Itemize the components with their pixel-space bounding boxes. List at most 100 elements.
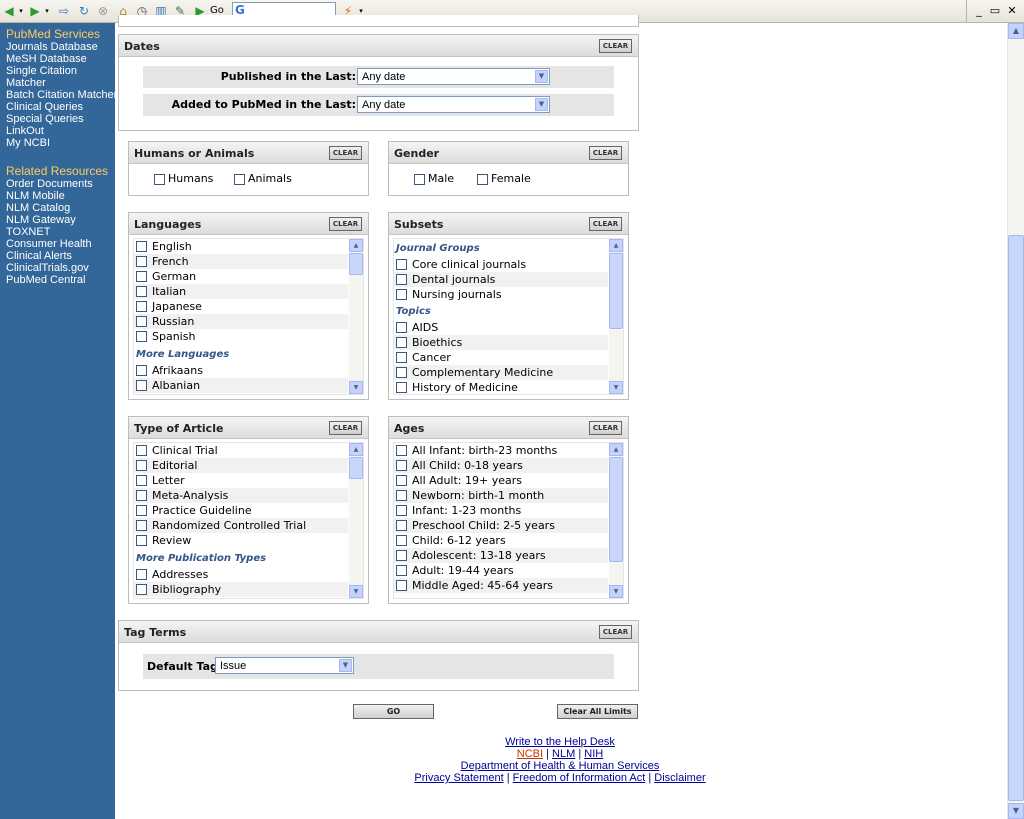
list-item[interactable]: Bioethics [394, 335, 608, 350]
languages-scrollbar[interactable]: ▲ ▼ [349, 239, 363, 394]
refresh-icon[interactable]: ↻ [76, 3, 92, 19]
sidebar-link[interactable]: Consumer Health [6, 238, 92, 250]
sidebar-link[interactable]: Clinical Queries [6, 101, 83, 113]
scroll-down-icon[interactable]: ▼ [349, 381, 363, 394]
checkbox[interactable] [396, 505, 407, 516]
list-item[interactable]: Practice Guideline [134, 503, 348, 518]
sidebar-link[interactable]: TOXNET [6, 226, 50, 238]
back-arrow-icon[interactable]: ◀ [2, 3, 16, 19]
list-item[interactable]: Afrikaans [134, 363, 348, 378]
scroll-up-icon[interactable]: ▲ [349, 443, 363, 456]
checkbox[interactable] [396, 259, 407, 270]
list-item[interactable]: Dental journals [394, 272, 608, 287]
disclaimer-link[interactable]: Disclaimer [654, 772, 705, 784]
list-item[interactable]: All Child: 0-18 years [394, 458, 608, 473]
subsets-list[interactable]: Journal Groups Core clinical journals De… [393, 238, 624, 395]
list-item[interactable]: All Infant: birth-23 months [394, 443, 608, 458]
checkbox[interactable] [136, 569, 147, 580]
ages-clear-button[interactable]: CLEAR [589, 421, 622, 435]
nlm-link[interactable]: NLM [552, 748, 575, 760]
list-item[interactable]: Nursing journals [394, 287, 608, 302]
checkbox[interactable] [396, 352, 407, 363]
sidebar-link[interactable]: NLM Gateway [6, 214, 76, 226]
list-item[interactable]: Newborn: birth-1 month [394, 488, 608, 503]
published-select[interactable]: Any date ▼ [357, 68, 550, 85]
sidebar-link[interactable]: Special Queries [6, 113, 84, 125]
list-item[interactable]: Infant: 1-23 months [394, 503, 608, 518]
checkbox[interactable] [154, 173, 165, 185]
scroll-thumb[interactable] [349, 253, 363, 275]
close-button[interactable]: ✕ [1003, 3, 1021, 19]
checkbox[interactable] [477, 173, 488, 185]
clear-all-limits-button[interactable]: Clear All Limits [557, 704, 638, 719]
scroll-thumb[interactable] [349, 457, 363, 479]
checkbox[interactable] [136, 301, 147, 312]
ages-list[interactable]: All Infant: birth-23 months All Child: 0… [393, 442, 624, 599]
checkbox[interactable] [396, 475, 407, 486]
list-item[interactable]: French [134, 254, 348, 269]
list-item[interactable]: English [134, 239, 348, 254]
forward-dropdown-icon[interactable]: ▾ [43, 3, 51, 19]
go-button[interactable]: GO [353, 704, 434, 719]
checkbox[interactable] [136, 256, 147, 267]
send-page-icon[interactable]: ⇨ [56, 3, 72, 19]
sidebar-link[interactable]: PubMed Central [6, 274, 86, 286]
languages-clear-button[interactable]: CLEAR [329, 217, 362, 231]
checkbox[interactable] [136, 520, 147, 531]
dates-clear-button[interactable]: CLEAR [599, 39, 632, 53]
checkbox[interactable] [136, 445, 147, 456]
checkbox[interactable] [136, 241, 147, 252]
checkbox[interactable] [136, 584, 147, 595]
sidebar-link[interactable]: ClinicalTrials.gov [6, 262, 89, 274]
list-item[interactable]: Child: 6-12 years [394, 533, 608, 548]
checkbox[interactable] [136, 365, 147, 376]
checkbox[interactable] [234, 173, 245, 185]
checkbox[interactable] [136, 380, 147, 391]
checkbox[interactable] [136, 475, 147, 486]
tag-terms-clear-button[interactable]: CLEAR [599, 625, 632, 639]
sidebar-link[interactable]: Clinical Alerts [6, 250, 72, 262]
female-option[interactable]: Female [477, 172, 531, 185]
list-item[interactable]: Cancer [394, 350, 608, 365]
checkbox[interactable] [396, 535, 407, 546]
sidebar-link[interactable]: Matcher [6, 77, 46, 89]
checkbox[interactable] [396, 289, 407, 300]
list-item[interactable]: Italian [134, 284, 348, 299]
list-item[interactable]: History of Medicine [394, 380, 608, 394]
list-item[interactable]: Clinical Trial [134, 443, 348, 458]
sidebar-link[interactable]: Single Citation [6, 65, 77, 77]
list-item[interactable]: Adolescent: 13-18 years [394, 548, 608, 563]
list-item[interactable]: All Adult: 19+ years [394, 473, 608, 488]
checkbox[interactable] [396, 460, 407, 471]
scroll-down-icon[interactable]: ▼ [349, 585, 363, 598]
checkbox[interactable] [396, 367, 407, 378]
list-item[interactable]: Complementary Medicine [394, 365, 608, 380]
article-type-clear-button[interactable]: CLEAR [329, 421, 362, 435]
sidebar-link[interactable]: Order Documents [6, 178, 93, 190]
scroll-up-icon[interactable]: ▲ [349, 239, 363, 252]
list-item[interactable]: Addresses [134, 567, 348, 582]
privacy-link[interactable]: Privacy Statement [414, 772, 503, 784]
scroll-down-icon[interactable]: ▼ [609, 585, 623, 598]
list-item[interactable]: Editorial [134, 458, 348, 473]
checkbox[interactable] [136, 490, 147, 501]
list-item[interactable]: Core clinical journals [394, 257, 608, 272]
nih-link[interactable]: NIH [584, 748, 603, 760]
list-item[interactable]: Russian [134, 314, 348, 329]
page-scrollbar[interactable]: ▲ ▼ [1007, 23, 1024, 819]
list-item[interactable]: Review [134, 533, 348, 548]
stop-icon[interactable]: ⊗ [95, 3, 111, 19]
scroll-thumb[interactable] [609, 253, 623, 329]
humans-clear-button[interactable]: CLEAR [329, 146, 362, 160]
checkbox[interactable] [396, 520, 407, 531]
checkbox[interactable] [136, 535, 147, 546]
humans-option[interactable]: Humans [154, 172, 213, 185]
added-select[interactable]: Any date ▼ [357, 96, 550, 113]
scroll-down-icon[interactable]: ▼ [609, 381, 623, 394]
checkbox[interactable] [396, 274, 407, 285]
checkbox[interactable] [136, 505, 147, 516]
dhhs-link[interactable]: Department of Health & Human Services [461, 760, 660, 772]
ages-scrollbar[interactable]: ▲ ▼ [609, 443, 623, 598]
default-tag-select[interactable]: Issue ▼ [215, 657, 354, 674]
sidebar-link[interactable]: MeSH Database [6, 53, 87, 65]
